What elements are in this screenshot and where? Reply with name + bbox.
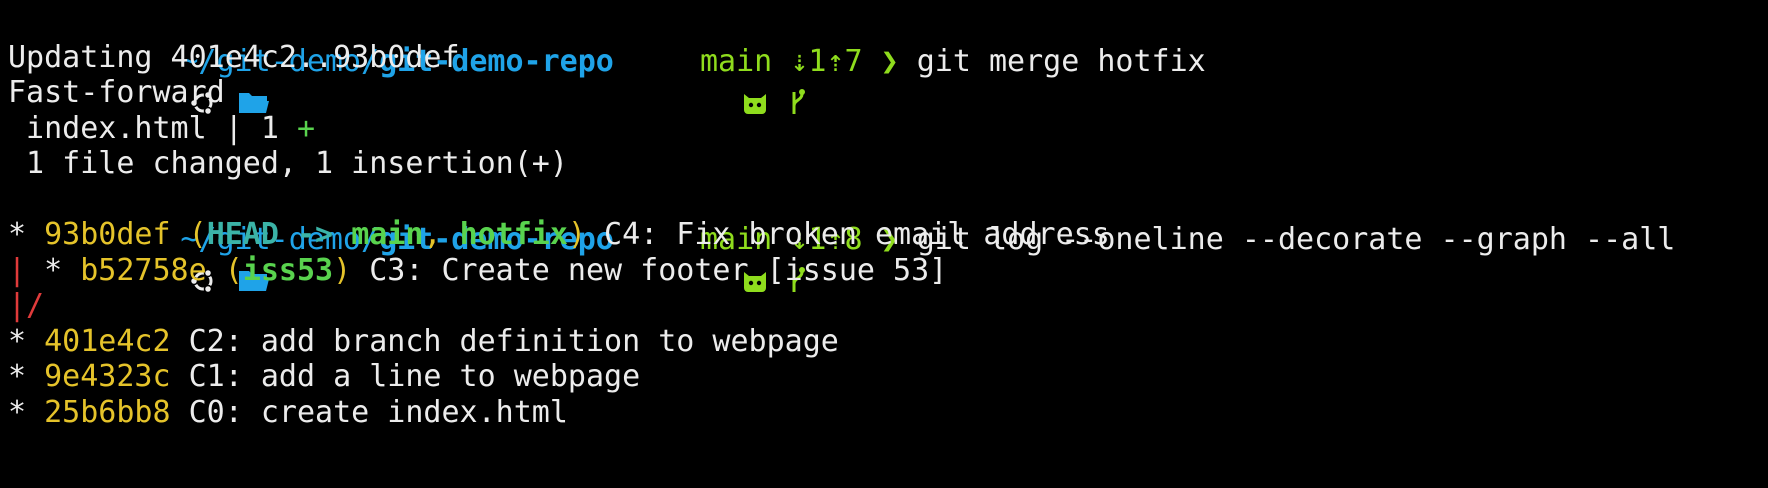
- prompt-chevron: ❯: [880, 44, 899, 79]
- log-row: * 401e4c2 C2: add branch definition to w…: [8, 322, 839, 362]
- git-branch-icon: [680, 42, 806, 114]
- decoration-branch: iss53: [242, 253, 334, 288]
- graph-line: |: [8, 253, 45, 288]
- graph-line: |/: [8, 288, 45, 323]
- commit-message: C2: add branch definition to webpage: [170, 324, 839, 359]
- decoration-close: ): [567, 217, 586, 252]
- graph-marker: *: [8, 395, 45, 430]
- commit-message: C0: create index.html: [170, 395, 568, 430]
- decoration-head: HEAD ->: [206, 217, 352, 252]
- graph-marker: *: [8, 359, 45, 394]
- github-octocat-icon: [632, 42, 767, 114]
- output-line: 1 file changed, 1 insertion(+): [8, 146, 568, 181]
- output-line-file-stat: index.html | 1 +: [8, 109, 315, 149]
- decoration-branch: hotfix: [459, 217, 568, 252]
- commit-message: C3: Create new footer [issue 53]: [351, 253, 948, 288]
- commit-message: C4: Fix broken email address: [586, 217, 1110, 252]
- decoration-close: ): [333, 253, 352, 288]
- commit-hash: b52758e: [80, 253, 207, 288]
- commit-message: C1: add a line to webpage: [170, 359, 641, 394]
- decoration-open: (: [170, 217, 207, 252]
- file-stat-plus: +: [296, 111, 316, 146]
- log-row: |/: [8, 286, 44, 326]
- graph-marker: *: [8, 217, 45, 252]
- graph-marker: *: [44, 253, 81, 288]
- commit-hash: 401e4c2: [44, 324, 171, 359]
- commit-hash: 25b6bb8: [44, 395, 171, 430]
- log-row: * 93b0def (HEAD -> main, hotfix) C4: Fix…: [8, 215, 1110, 255]
- log-row: * 9e4323c C1: add a line to webpage: [8, 357, 640, 397]
- prompt-line-1: ~/git-demo/git-demo-repo main ⇣1⇡7 ❯ git…: [8, 2, 1206, 116]
- commit-hash: 93b0def: [44, 217, 171, 252]
- file-stat-text: index.html | 1: [8, 111, 297, 146]
- prompt-sync-status: ⇣1⇡7: [790, 44, 863, 79]
- log-row: | * b52758e (iss53) C3: Create new foote…: [8, 251, 947, 291]
- decoration-open: (: [206, 253, 243, 288]
- command-text: git merge hotfix: [916, 44, 1206, 79]
- terminal-window[interactable]: ~/git-demo/git-demo-repo main ⇣1⇡7 ❯ git…: [0, 0, 1768, 488]
- prompt-line-2: ~/git-demo/git-demo-repo main ⇣1⇡8 ❯ git…: [8, 180, 1675, 294]
- output-line: Updating 401e4c2..93b0def: [8, 40, 460, 75]
- graph-marker: *: [8, 324, 45, 359]
- decoration-branch: main: [351, 217, 424, 252]
- prompt-branch-name: main: [700, 44, 773, 79]
- log-row: * 25b6bb8 C0: create index.html: [8, 393, 568, 433]
- commit-hash: 9e4323c: [44, 359, 171, 394]
- output-line: Fast-forward: [8, 75, 225, 110]
- decoration-sep: ,: [423, 217, 460, 252]
